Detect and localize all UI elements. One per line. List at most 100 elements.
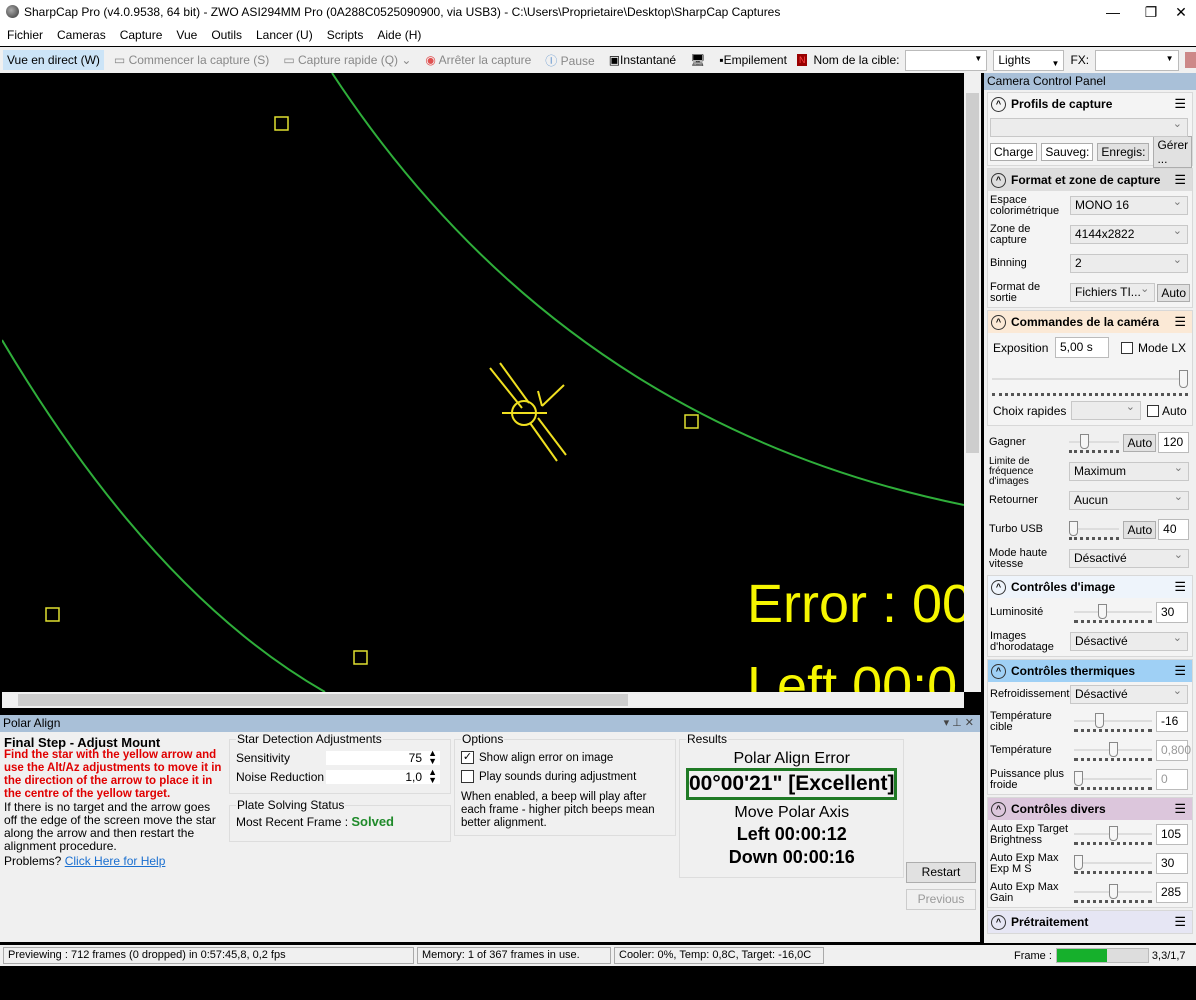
section-header[interactable]: ^ Profils de capture ☰: [988, 93, 1192, 115]
menu-lancer[interactable]: Lancer (U): [249, 28, 320, 42]
section-header[interactable]: ^ Contrôles divers ☰: [988, 798, 1192, 820]
profile-select[interactable]: [990, 116, 1188, 137]
turbo-input[interactable]: 40: [1158, 519, 1189, 540]
gain-input[interactable]: 120: [1158, 432, 1189, 453]
cooling-select[interactable]: Désactivé: [1070, 683, 1188, 704]
timestamp-select[interactable]: Désactivé: [1070, 630, 1188, 651]
brightness-input[interactable]: 30: [1156, 602, 1188, 623]
menu-icon[interactable]: ☰: [1174, 914, 1186, 930]
ae-max-exp-input[interactable]: 30: [1156, 853, 1188, 874]
snapshot-button[interactable]: ▣Instantané: [605, 50, 680, 70]
menu-icon[interactable]: ☰: [1174, 663, 1186, 679]
high-speed-select[interactable]: Désactivé: [1069, 547, 1189, 568]
collapse-icon[interactable]: ^: [991, 663, 1006, 679]
menu-aide[interactable]: Aide (H): [370, 28, 428, 42]
lx-mode-checkbox[interactable]: [1121, 341, 1133, 354]
menu-vue[interactable]: Vue: [169, 28, 204, 42]
target-temp-slider[interactable]: [1074, 712, 1152, 732]
record-icon[interactable]: [1184, 52, 1196, 68]
menu-outils[interactable]: Outils: [204, 28, 249, 42]
load-profile-button[interactable]: Charge: [990, 143, 1038, 161]
section-header[interactable]: ^ Contrôles d'image ☰: [988, 576, 1192, 598]
slider-thumb[interactable]: [1098, 603, 1108, 619]
menu-icon[interactable]: ☰: [1174, 801, 1186, 817]
slider-thumb[interactable]: [1074, 854, 1083, 870]
collapse-icon[interactable]: ^: [991, 314, 1006, 330]
menu-capture[interactable]: Capture: [113, 28, 170, 42]
horizontal-scrollbar[interactable]: [2, 692, 964, 708]
section-header[interactable]: ^ Format et zone de capture ☰: [988, 169, 1192, 191]
previous-button[interactable]: Previous: [906, 889, 976, 910]
menu-icon[interactable]: ☰: [1174, 96, 1186, 112]
ae-target-slider[interactable]: [1074, 825, 1152, 845]
collapse-icon[interactable]: ^: [991, 914, 1006, 930]
gain-slider[interactable]: [1069, 433, 1120, 453]
slider-thumb[interactable]: [1108, 825, 1118, 841]
fx-select[interactable]: ▼: [1095, 49, 1179, 71]
turbo-usb-slider[interactable]: [1069, 520, 1120, 540]
capture-area-select[interactable]: 4144x2822: [1070, 223, 1188, 244]
section-header[interactable]: ^ Commandes de la caméra ☰: [988, 311, 1192, 333]
slider-thumb[interactable]: [1074, 770, 1083, 786]
scroll-thumb[interactable]: [966, 93, 979, 453]
exposure-input[interactable]: 5,00 s: [1055, 337, 1109, 358]
menu-icon[interactable]: ☰: [1174, 314, 1186, 330]
quick-auto-checkbox[interactable]: [1147, 404, 1159, 417]
brightness-slider[interactable]: [1074, 603, 1152, 623]
ae-max-gain-slider[interactable]: [1074, 883, 1152, 903]
noise-reduction-spinner[interactable]: 1,0 ▲ ▼: [326, 767, 440, 784]
binning-select[interactable]: 2: [1070, 252, 1188, 273]
stop-capture-button[interactable]: ◉ Arrêter la capture: [421, 50, 535, 70]
exposure-slider[interactable]: [992, 362, 1188, 396]
section-header[interactable]: ^ Contrôles thermiques ☰: [988, 660, 1192, 682]
target-name-input[interactable]: ▼: [905, 49, 988, 71]
collapse-icon[interactable]: ^: [991, 801, 1006, 817]
ae-target-input[interactable]: 105: [1156, 824, 1188, 845]
section-header[interactable]: ^ Prétraitement ☰: [988, 911, 1192, 933]
display-icon[interactable]: 🖥: [686, 50, 709, 70]
show-error-checkbox[interactable]: ✓: [461, 751, 474, 764]
menu-fichier[interactable]: Fichier: [0, 28, 50, 42]
collapse-icon[interactable]: ^: [991, 579, 1006, 595]
slider-thumb[interactable]: [1094, 712, 1104, 728]
menu-scripts[interactable]: Scripts: [320, 28, 371, 42]
quick-capture-button[interactable]: ▭ Capture rapide (Q) ⌄: [279, 50, 415, 70]
turbo-auto-button[interactable]: Auto: [1123, 520, 1157, 539]
menu-icon[interactable]: ☰: [1174, 172, 1186, 188]
vertical-scrollbar[interactable]: [964, 73, 981, 692]
scroll-thumb[interactable]: [18, 694, 628, 706]
save-as-profile-button[interactable]: Enregis:: [1097, 143, 1150, 161]
flip-select[interactable]: Aucun: [1069, 489, 1189, 510]
collapse-icon[interactable]: ^: [991, 96, 1006, 112]
target-icon[interactable]: N: [796, 54, 808, 66]
start-capture-button[interactable]: ▭ Commencer la capture (S): [110, 50, 273, 70]
minimize-button[interactable]: —: [1096, 0, 1130, 24]
slider-thumb[interactable]: [1108, 883, 1118, 899]
sensitivity-spinner[interactable]: 75 ▲ ▼: [326, 748, 440, 765]
colorspace-select[interactable]: MONO 16: [1070, 194, 1188, 215]
image-viewer[interactable]: Error : 00 Left 00:0: [2, 73, 964, 692]
quick-picks-select[interactable]: [1071, 399, 1141, 420]
target-temp-input[interactable]: -16: [1156, 711, 1188, 732]
slider-thumb[interactable]: [1108, 741, 1118, 757]
close-button[interactable]: ✕: [1164, 0, 1196, 24]
output-auto-button[interactable]: Auto: [1157, 283, 1190, 302]
help-link[interactable]: Click Here for Help: [65, 854, 166, 868]
play-sounds-checkbox[interactable]: [461, 770, 474, 783]
pause-button[interactable]: Ⓘ Pause: [541, 49, 598, 72]
ae-max-exp-slider[interactable]: [1074, 854, 1152, 874]
menu-cameras[interactable]: Cameras: [50, 28, 113, 42]
gain-auto-button[interactable]: Auto: [1123, 433, 1157, 452]
fps-limit-select[interactable]: Maximum: [1069, 460, 1189, 481]
manage-profiles-button[interactable]: Gérer ...: [1153, 136, 1193, 168]
menu-icon[interactable]: ☰: [1174, 579, 1186, 595]
restore-button[interactable]: ❐: [1134, 0, 1168, 24]
save-profile-button[interactable]: Sauveg:: [1041, 143, 1094, 161]
panel-controls[interactable]: ▾ ⊥ ✕: [944, 715, 974, 732]
frame-type-select[interactable]: Lights ▼: [993, 49, 1065, 71]
live-view-button[interactable]: Vue en direct (W): [3, 50, 104, 70]
restart-button[interactable]: Restart: [906, 862, 976, 883]
stack-button[interactable]: ▪Empilement: [715, 50, 791, 70]
collapse-icon[interactable]: ^: [991, 172, 1006, 188]
ae-max-gain-input[interactable]: 285: [1156, 882, 1188, 903]
